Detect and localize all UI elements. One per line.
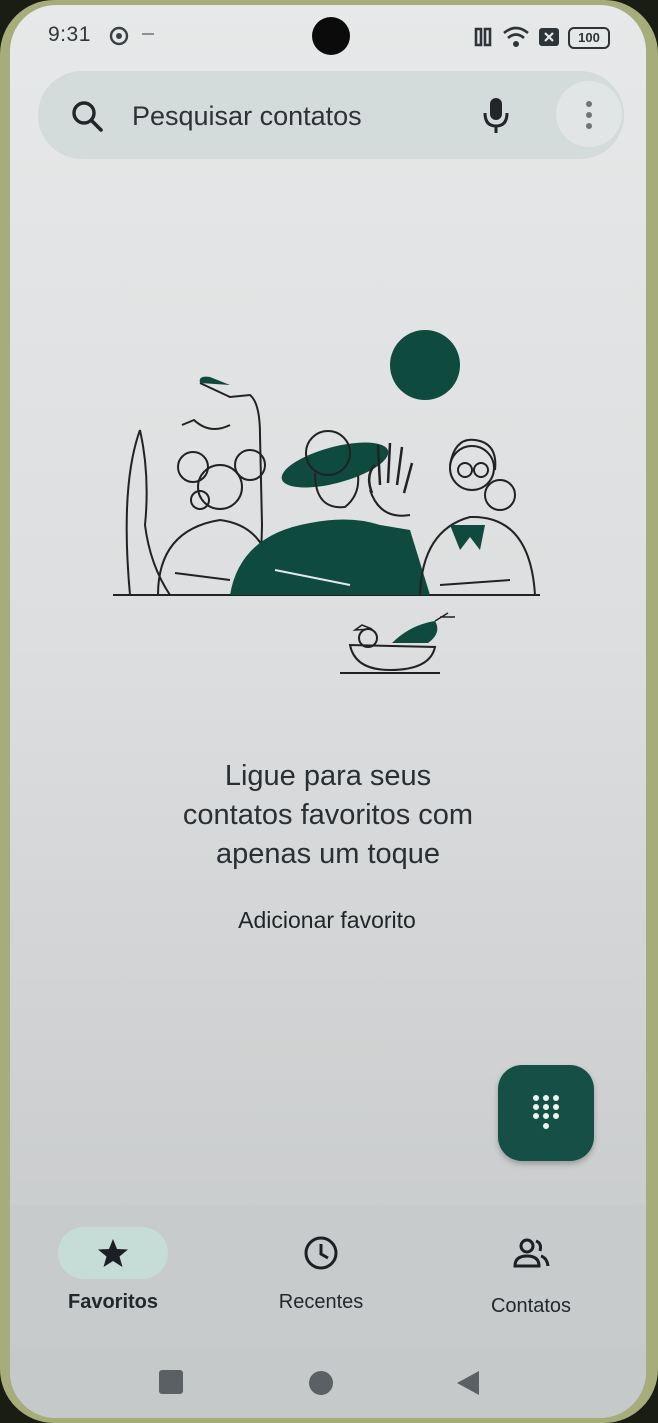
device-frame: 9:31 100 Pesquisar contatos Ligue para s… (0, 0, 658, 1423)
tab-favoritos-label: Favoritos (67, 1291, 159, 1313)
microphone-icon[interactable] (482, 97, 510, 135)
empty-state-title-line-3: apenas um toque (215, 838, 441, 870)
search-bar[interactable]: Pesquisar contatos (38, 71, 624, 159)
dialpad-icon (533, 1095, 559, 1129)
phone-screen: 9:31 100 Pesquisar contatos Ligue para s… (10, 5, 646, 1418)
dialpad-fab[interactable] (498, 1065, 594, 1161)
settings-status-icon (109, 26, 129, 46)
empty-state-title-line-1: Ligue para seus (224, 760, 432, 792)
star-icon (98, 1239, 128, 1267)
circle-icon[interactable] (308, 1370, 334, 1396)
system-navigation-bar (10, 1345, 646, 1418)
sim-icon (539, 28, 559, 46)
clock-icon (304, 1236, 338, 1270)
search-icon[interactable] (70, 99, 104, 133)
people-icon (513, 1238, 550, 1268)
tab-recentes-label: Recentes (278, 1291, 364, 1313)
status-time: 9:31 (48, 23, 91, 46)
front-camera (312, 17, 350, 55)
triangle-back-icon[interactable] (454, 1369, 482, 1397)
empty-state-title-line-2: contatos favoritos com (182, 799, 474, 831)
battery-indicator: 100 (568, 27, 610, 49)
empty-state-title: Ligue para seus contatos favoritos com a… (128, 757, 528, 874)
wifi-icon (503, 26, 529, 47)
nfc-icon (474, 27, 492, 47)
more-vert-icon (586, 101, 592, 129)
bottom-navigation: Favoritos Recentes Contatos (10, 1205, 646, 1345)
search-input[interactable]: Pesquisar contatos (132, 101, 362, 132)
empty-state-illustration (113, 330, 540, 674)
add-favorite-button[interactable]: Adicionar favorito (202, 907, 452, 934)
more-options-button[interactable] (556, 81, 622, 147)
dash-status-icon (142, 33, 154, 35)
square-icon[interactable] (158, 1369, 184, 1395)
tab-contatos-label: Contatos (490, 1295, 572, 1317)
